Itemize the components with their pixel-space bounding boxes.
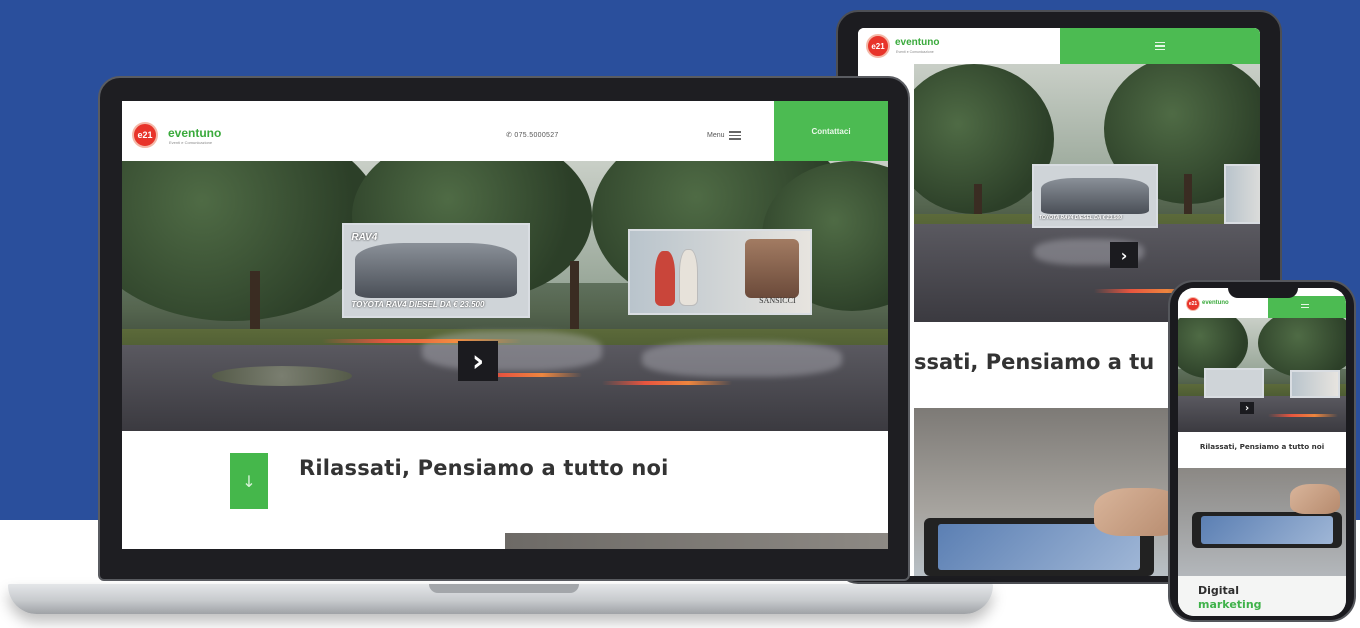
car-billboard: [1204, 368, 1264, 398]
hamburger-icon: [728, 131, 741, 140]
menu-label: Menu: [707, 131, 725, 139]
page-headline: Rilassati, Pensiamo a tutto noi: [299, 456, 669, 480]
service-title-line1: Digital: [1198, 584, 1239, 597]
flower-bed: [212, 366, 352, 386]
phone-menu-button[interactable]: [1268, 296, 1346, 318]
fashion-billboard: [1290, 370, 1340, 398]
brand-tagline: Eventi e Comunicazione: [169, 140, 213, 145]
hamburger-icon: [1301, 304, 1309, 308]
phone-hero-image: ›: [1178, 318, 1346, 432]
phone-headline: Rilassati, Pensiamo a tutto noi: [1199, 442, 1325, 451]
brand-logo-badge[interactable]: e21: [866, 34, 890, 58]
arrow-down-icon: ↓: [242, 471, 256, 491]
hero-image: RAV4 TOYOTA RAV4 DIESEL DA € 23.500 SANS…: [122, 161, 888, 431]
phone-icon: ✆: [506, 132, 513, 139]
brand-name[interactable]: eventuno: [168, 126, 221, 140]
brand-name[interactable]: eventuno: [895, 37, 939, 48]
fashion-billboard: SANSICCI: [628, 229, 812, 315]
phone-screen: › e21 eventuno Rilassati, Pensiamo a tut…: [1178, 288, 1346, 616]
hamburger-icon: [1155, 41, 1165, 51]
tablet-menu-button[interactable]: [1060, 28, 1260, 64]
brand-logo-badge[interactable]: e21: [132, 122, 158, 148]
chevron-sign: ›: [458, 341, 498, 381]
phone-notch: [1228, 286, 1298, 298]
next-section-image: [505, 533, 888, 549]
billboard-fashion-label: SANSICCI: [759, 295, 796, 305]
phone-number: 075.5000527: [514, 132, 559, 139]
laptop-notch: [429, 584, 579, 593]
phone-photo-section: [1178, 468, 1346, 576]
devices-mockup: TOYOTA RAV4 DIESEL DA € 23.500 › e21 eve…: [0, 0, 1360, 628]
brand-name[interactable]: eventuno: [1202, 300, 1229, 306]
car-billboard: TOYOTA RAV4 DIESEL DA € 23.500: [1032, 164, 1158, 228]
scroll-down-button[interactable]: ↓: [230, 453, 268, 509]
service-title-line2: marketing: [1198, 598, 1262, 611]
billboard-car-text: TOYOTA RAV4 DIESEL DA € 23.500: [351, 299, 485, 309]
tablet-device-photo: [1192, 512, 1342, 548]
menu-button[interactable]: Menu: [707, 131, 741, 140]
tablet-header: e21 eventuno Eventi e Comunicazione: [858, 28, 1260, 64]
brand-tagline: Eventi e Comunicazione: [896, 50, 934, 54]
car-billboard: RAV4 TOYOTA RAV4 DIESEL DA € 23.500: [342, 223, 530, 318]
tablet-headline: ssati, Pensiamo a tu: [914, 350, 1155, 374]
contact-cta-button[interactable]: Contattaci: [774, 101, 888, 161]
chevron-sign: ›: [1240, 402, 1254, 414]
hand-photo: [1290, 484, 1340, 514]
laptop-screen: e21 eventuno Eventi e Comunicazione ✆ 07…: [122, 101, 888, 549]
chevron-sign: ›: [1110, 242, 1138, 268]
billboard-car-title: RAV4: [351, 232, 378, 244]
billboard-car-text: TOYOTA RAV4 DIESEL DA € 23.500: [1038, 215, 1123, 222]
phone-contact[interactable]: ✆ 075.5000527: [506, 131, 559, 139]
brand-logo-badge[interactable]: e21: [1186, 297, 1200, 311]
fashion-billboard: [1224, 164, 1260, 224]
laptop-header: e21 eventuno Eventi e Comunicazione ✆ 07…: [122, 101, 888, 161]
